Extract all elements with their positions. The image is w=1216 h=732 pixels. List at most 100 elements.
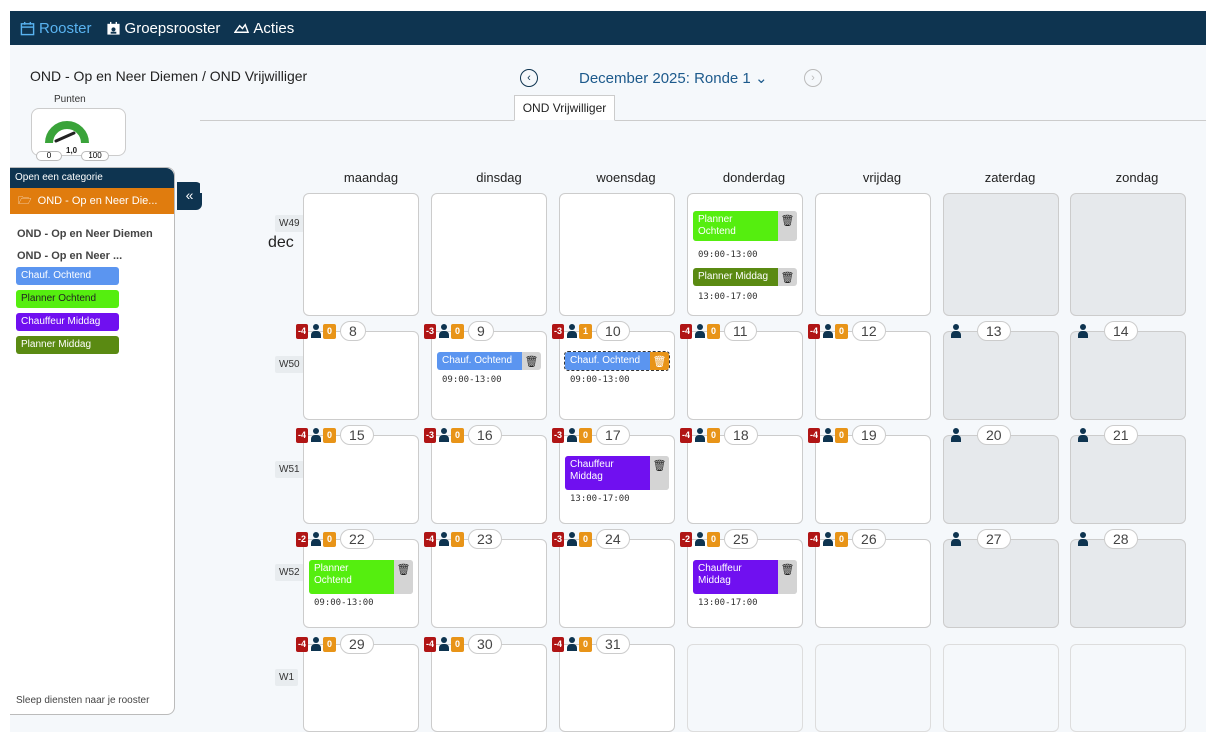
dayhead-woensdag: woensdag bbox=[596, 170, 656, 185]
next-month-button[interactable]: › bbox=[804, 69, 822, 87]
sidebar-section: OND - Op en Neer ... bbox=[17, 250, 123, 262]
day-cell[interactable]: -4 0 30 bbox=[424, 634, 547, 732]
day-cell[interactable] bbox=[303, 193, 419, 316]
trash-icon[interactable]: 🗑 bbox=[522, 352, 541, 370]
day-number: 14 bbox=[1104, 321, 1138, 341]
week-label-w1: W1 bbox=[275, 669, 298, 686]
handshake-icon bbox=[234, 22, 250, 33]
shift-time: 13:00-17:00 bbox=[698, 292, 758, 302]
day-cell[interactable]: Planner Ochtend 🗑 09:00-13:00 Planner Mi… bbox=[687, 193, 803, 316]
trash-icon[interactable]: 🗑 bbox=[394, 560, 413, 594]
month-selector[interactable]: December 2025: Ronde 1 ⌄ bbox=[579, 69, 768, 87]
score-badge: -4 bbox=[808, 323, 821, 339]
nav-groepsrooster[interactable]: Groepsrooster bbox=[106, 19, 221, 37]
day-header: -4 0 12 bbox=[808, 321, 886, 341]
day-number: 8 bbox=[340, 321, 366, 341]
trash-icon[interactable]: 🗑 bbox=[650, 352, 669, 370]
group-calendar-icon bbox=[106, 21, 120, 35]
sidebar-item-chauffeur-middag[interactable]: Chauffeur Middag bbox=[16, 313, 119, 331]
day-cell[interactable]: -4 0 31 bbox=[552, 634, 675, 732]
day-cell[interactable]: -4 0 8 bbox=[296, 321, 419, 420]
nav-groepsrooster-label: Groepsrooster bbox=[124, 19, 221, 37]
shift-chauffeur-middag[interactable]: Chauffeur Middag 🗑 bbox=[693, 560, 797, 594]
day-cell[interactable]: 28 bbox=[1070, 529, 1186, 628]
day-cell[interactable]: 20 bbox=[943, 425, 1059, 524]
day-cell[interactable]: -4 0 12 bbox=[808, 321, 931, 420]
day-cell[interactable] bbox=[943, 193, 1059, 316]
day-cell[interactable]: -4 0 26 bbox=[808, 529, 931, 628]
person-icon bbox=[694, 428, 706, 442]
day-cell[interactable]: -2 0 22 Planner Ochtend 🗑 09:00-13:00 bbox=[296, 529, 419, 628]
day-cell[interactable]: -3 0 9 Chauf. Ochtend 🗑 09:00-13:00 bbox=[424, 321, 547, 420]
nav-acties[interactable]: Acties bbox=[234, 20, 294, 37]
collapse-sidebar-button[interactable]: « bbox=[177, 182, 202, 210]
day-number: 18 bbox=[724, 425, 758, 445]
person-check-icon bbox=[950, 324, 961, 338]
sidebar-item-planner-ochtend[interactable]: Planner Ochtend bbox=[16, 290, 119, 308]
shift-chauf-ochtend[interactable]: Chauf. Ochtend 🗑 bbox=[437, 352, 541, 370]
day-cell[interactable]: -3 0 24 bbox=[552, 529, 675, 628]
count-badge: 0 bbox=[451, 636, 465, 652]
day-cell[interactable]: -3 0 16 bbox=[424, 425, 547, 524]
day-cell[interactable]: 13 bbox=[943, 321, 1059, 420]
shift-planner-ochtend[interactable]: Planner Ochtend 🗑 bbox=[309, 560, 413, 594]
count-badge: 0 bbox=[707, 531, 721, 547]
day-cell[interactable] bbox=[1070, 193, 1186, 316]
day-header: 28 bbox=[1077, 529, 1138, 549]
nav-rooster[interactable]: Rooster bbox=[20, 20, 92, 37]
trash-icon[interactable]: 🗑 bbox=[778, 560, 797, 594]
day-cell[interactable]: 21 bbox=[1070, 425, 1186, 524]
shift-planner-ochtend[interactable]: Planner Ochtend 🗑 bbox=[693, 211, 797, 241]
score-badge: -3 bbox=[552, 323, 565, 339]
sidebar-item-chauf-ochtend[interactable]: Chauf. Ochtend bbox=[16, 267, 119, 285]
score-badge: -4 bbox=[808, 531, 821, 547]
shift-chauf-ochtend[interactable]: Chauf. Ochtend 🗑 bbox=[564, 351, 670, 371]
day-cell[interactable]: -4 0 29 bbox=[296, 634, 419, 732]
trash-icon[interactable]: 🗑 bbox=[650, 456, 669, 490]
shift-chauffeur-middag[interactable]: Chauffeur Middag 🗑 bbox=[565, 456, 669, 490]
dayhead-zondag: zondag bbox=[1115, 170, 1159, 185]
month-label: December 2025: Ronde 1 bbox=[579, 70, 751, 87]
tab-ond-vrijwilliger[interactable]: OND Vrijwilliger bbox=[514, 95, 615, 121]
prev-month-button[interactable]: ‹ bbox=[520, 69, 538, 87]
sidebar-item-planner-middag[interactable]: Planner Middag bbox=[16, 336, 119, 354]
day-header: -4 0 31 bbox=[552, 634, 630, 654]
shift-planner-middag[interactable]: Planner Middag 🗑 bbox=[693, 268, 797, 286]
day-cell[interactable]: -4 0 19 bbox=[808, 425, 931, 524]
day-cell[interactable]: 27 bbox=[943, 529, 1059, 628]
trash-icon[interactable]: 🗑 bbox=[778, 268, 797, 286]
day-cell[interactable] bbox=[815, 193, 931, 316]
gauge-value: 1,0 bbox=[66, 146, 78, 155]
score-badge: -3 bbox=[424, 323, 437, 339]
person-icon bbox=[566, 428, 578, 442]
count-badge: 0 bbox=[579, 531, 593, 547]
count-badge: 0 bbox=[451, 531, 465, 547]
day-cell[interactable]: -3 0 17 Chauffeur Middag 🗑 13:00-17:00 bbox=[552, 425, 675, 524]
day-cell[interactable]: -4 0 11 bbox=[680, 321, 803, 420]
week-label-w52: W52 bbox=[275, 564, 304, 581]
person-icon bbox=[438, 637, 450, 651]
count-badge: 0 bbox=[323, 531, 337, 547]
day-cell[interactable]: -2 0 25 Chauffeur Middag 🗑 13:00-17:00 bbox=[680, 529, 803, 628]
day-cell[interactable]: -3 1 10 Chauf. Ochtend 🗑 09:00-13:00 bbox=[552, 321, 675, 420]
day-number: 30 bbox=[468, 634, 502, 654]
day-cell[interactable] bbox=[431, 193, 547, 316]
day-cell[interactable] bbox=[559, 193, 675, 316]
sidebar-footer: Sleep diensten naar je rooster bbox=[16, 695, 150, 706]
sidebar-category[interactable]: 🗁 OND - Op en Neer Die... bbox=[10, 188, 174, 214]
sidebar-section: OND - Op en Neer Diemen bbox=[17, 228, 153, 240]
day-cell[interactable]: -4 0 23 bbox=[424, 529, 547, 628]
day-header: -4 0 15 bbox=[296, 425, 374, 445]
day-header: 21 bbox=[1077, 425, 1138, 445]
sidebar-header: Open een categorie bbox=[10, 168, 174, 188]
day-cell[interactable]: -4 0 15 bbox=[296, 425, 419, 524]
count-badge: 0 bbox=[835, 531, 849, 547]
day-number: 15 bbox=[340, 425, 374, 445]
day-number: 19 bbox=[852, 425, 886, 445]
day-cell[interactable]: -4 0 18 bbox=[680, 425, 803, 524]
shift-name: Chauffeur Middag bbox=[565, 456, 650, 490]
day-cell[interactable]: 14 bbox=[1070, 321, 1186, 420]
day-number: 22 bbox=[340, 529, 374, 549]
trash-icon[interactable]: 🗑 bbox=[778, 211, 797, 241]
nav-rooster-label: Rooster bbox=[39, 19, 92, 37]
